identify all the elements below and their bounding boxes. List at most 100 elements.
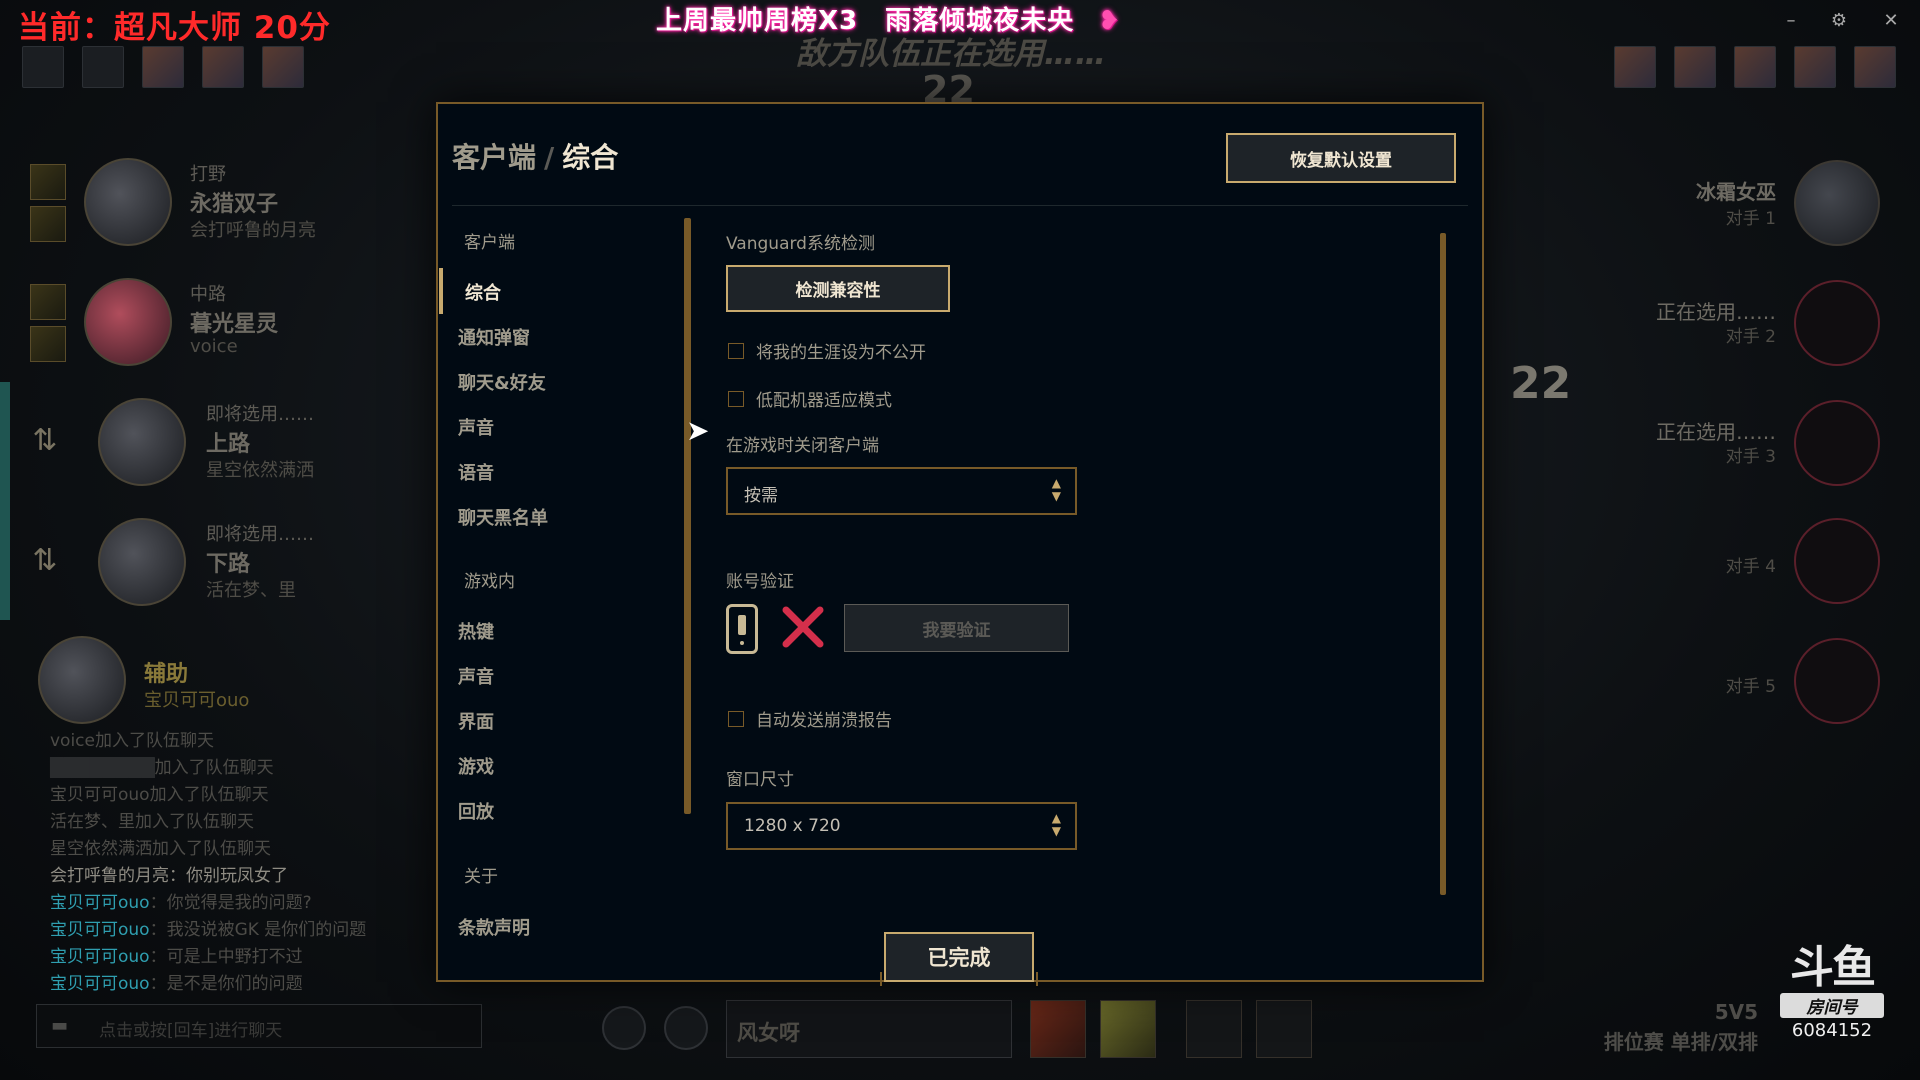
emote-icon[interactable] bbox=[602, 1006, 646, 1050]
private-career-option[interactable]: 将我的生涯设为不公开 bbox=[728, 338, 926, 363]
enemy-portrait bbox=[1794, 400, 1880, 486]
chat-text: ：可是上中野打不过 bbox=[149, 947, 303, 967]
chat-text: ：我没说被GK 是你们的问题 bbox=[149, 920, 367, 940]
chat-author: 宝贝可可ouo bbox=[50, 920, 150, 940]
nav-scrollbar[interactable] bbox=[684, 218, 691, 814]
settings-gear-icon[interactable]: ⚙ bbox=[1828, 10, 1850, 32]
chat-message: ████████加入了队伍聊天 bbox=[50, 758, 274, 778]
swap-icon[interactable]: ⇅ bbox=[28, 424, 62, 458]
close-client-dropdown[interactable]: 按需 ▲ ▼ bbox=[726, 467, 1077, 515]
chat-bubble-icon: ▬ bbox=[51, 1015, 69, 1036]
private-career-checkbox[interactable] bbox=[728, 342, 744, 359]
nav-item-notifications[interactable]: 通知弹窗 bbox=[458, 324, 530, 350]
active-row-marker bbox=[0, 382, 10, 502]
swap-icon[interactable]: ⇅ bbox=[28, 544, 62, 578]
team-member-row: 辅助 宝贝可可ouo bbox=[22, 622, 452, 724]
minimize-icon[interactable]: – bbox=[1780, 10, 1802, 32]
low-spec-checkbox[interactable] bbox=[728, 390, 744, 407]
rune-page-icon[interactable] bbox=[1186, 1000, 1242, 1058]
content-scrollbar[interactable] bbox=[1440, 233, 1446, 895]
check-compatibility-button[interactable]: 检测兼容性 bbox=[726, 265, 950, 312]
nav-item-sound[interactable]: 声音 bbox=[458, 414, 494, 440]
nav-item-ingame-sound[interactable]: 声音 bbox=[458, 663, 494, 689]
room-number: 6084152 bbox=[1791, 1020, 1873, 1041]
team-member-row: 打野 永猎双子 会打呼鲁的月亮 bbox=[22, 142, 452, 260]
ban-slot bbox=[1734, 46, 1776, 88]
enemy-portrait bbox=[1794, 638, 1880, 724]
spell-icon bbox=[30, 206, 66, 242]
ban-slot bbox=[202, 46, 244, 88]
private-career-label: 将我的生涯设为不公开 bbox=[756, 343, 926, 363]
restore-defaults-button[interactable]: 恢复默认设置 bbox=[1226, 133, 1456, 183]
low-spec-label: 低配机器适应模式 bbox=[756, 391, 892, 411]
spell-icon bbox=[30, 164, 66, 200]
auto-crash-report-checkbox[interactable] bbox=[728, 710, 744, 727]
rune-settings-icon[interactable] bbox=[1256, 1000, 1312, 1058]
auto-crash-report-option[interactable]: 自动发送崩溃报告 bbox=[728, 706, 892, 731]
member-champion: 下路 bbox=[206, 552, 251, 577]
ban-slot bbox=[262, 46, 304, 88]
nav-item-hotkeys[interactable]: 热键 bbox=[458, 618, 494, 644]
done-button[interactable]: 已完成 bbox=[884, 932, 1034, 982]
chat-message: 星空依然满洒加入了队伍聊天 bbox=[50, 839, 271, 859]
close-client-value: 按需 bbox=[744, 486, 778, 506]
close-client-label: 在游戏时关闭客户端 bbox=[726, 436, 879, 456]
close-icon[interactable]: ✕ bbox=[1880, 10, 1902, 32]
team-member-row: ⇅ 即将选用…… 下路 活在梦、里 bbox=[22, 502, 452, 620]
member-champion: 辅助 bbox=[144, 662, 189, 687]
spell-icon bbox=[30, 326, 66, 362]
enemy-label: 对手 4 bbox=[1725, 557, 1776, 577]
ban-slot bbox=[22, 46, 64, 88]
window-size-label: 窗口尺寸 bbox=[726, 770, 794, 790]
ban-slot bbox=[1674, 46, 1716, 88]
game-mode-queue: 排位赛 单排/双排 bbox=[1603, 1030, 1758, 1054]
member-player: 宝贝可可ouo bbox=[144, 690, 250, 711]
spell-icon bbox=[30, 284, 66, 320]
low-spec-option[interactable]: 低配机器适应模式 bbox=[728, 386, 892, 411]
chat-message: 宝贝可可ouo：你觉得是我的问题? bbox=[50, 888, 312, 913]
chat-text: ：你觉得是我的问题? bbox=[149, 893, 312, 913]
breadcrumb-separator: / bbox=[544, 141, 555, 174]
skin-select-value: 风女呀 bbox=[737, 1021, 800, 1045]
member-role: 中路 bbox=[190, 284, 226, 305]
champion-portrait bbox=[84, 158, 172, 246]
chat-author: 宝贝可可ouo bbox=[50, 893, 150, 913]
chat-input[interactable]: ▬ 点击或按[回车]进行聊天 bbox=[36, 1004, 482, 1048]
chat-text: 加入了队伍聊天 bbox=[154, 758, 274, 778]
summoner-spell-icon[interactable] bbox=[1030, 1000, 1086, 1058]
nav-item-game[interactable]: 游戏 bbox=[458, 753, 494, 779]
chat-text: ：是不是你们的问题 bbox=[149, 974, 303, 994]
settings-modal bbox=[436, 102, 1484, 982]
nav-item-replay[interactable]: 回放 bbox=[458, 798, 494, 824]
dropdown-arrows-icon: ▲ ▼ bbox=[1051, 476, 1061, 503]
nav-item-general[interactable]: 综合 bbox=[465, 279, 501, 305]
enemy-portrait bbox=[1794, 518, 1880, 604]
verify-button[interactable]: 我要验证 bbox=[844, 604, 1069, 652]
member-role: 即将选用…… bbox=[206, 404, 314, 425]
skin-select[interactable]: 风女呀 bbox=[726, 1000, 1012, 1058]
enemy-status: 正在选用…… bbox=[1656, 300, 1776, 324]
summoner-spell-icon[interactable] bbox=[1100, 1000, 1156, 1058]
enemy-label: 对手 5 bbox=[1725, 677, 1776, 697]
nav-item-terms[interactable]: 条款声明 bbox=[458, 914, 530, 940]
nav-item-chat-blocklist[interactable]: 聊天黑名单 bbox=[458, 504, 548, 530]
nav-item-interface[interactable]: 界面 bbox=[458, 708, 494, 734]
vanguard-label: Vanguard系统检测 bbox=[726, 234, 875, 254]
account-verify-label: 账号验证 bbox=[726, 572, 794, 592]
member-player: 会打呼鲁的月亮 bbox=[190, 220, 316, 241]
enemy-status: 正在选用…… bbox=[1656, 420, 1776, 444]
member-player: 活在梦、里 bbox=[206, 580, 296, 601]
chat-message: 会打呼鲁的月亮：你别玩凤女了 bbox=[50, 861, 288, 886]
right-timer: 22 bbox=[1510, 358, 1572, 409]
chat-input-placeholder: 点击或按[回车]进行聊天 bbox=[99, 1021, 283, 1041]
nav-item-chat-friends[interactable]: 聊天&好友 bbox=[458, 369, 546, 395]
edit-icon[interactable] bbox=[664, 1006, 708, 1050]
room-label: 房间号 bbox=[1780, 993, 1884, 1018]
member-player: 星空依然满洒 bbox=[206, 460, 314, 481]
enemy-label: 对手 3 bbox=[1725, 447, 1776, 467]
nav-item-voice[interactable]: 语音 bbox=[458, 459, 494, 485]
chat-message: 活在梦、里加入了队伍聊天 bbox=[50, 812, 254, 832]
douyu-watermark: 斗鱼 房间号 6084152 bbox=[1780, 945, 1884, 1041]
window-size-dropdown[interactable]: 1280 x 720 ▲ ▼ bbox=[726, 802, 1077, 850]
mouse-cursor-icon: ➤ bbox=[686, 414, 710, 447]
